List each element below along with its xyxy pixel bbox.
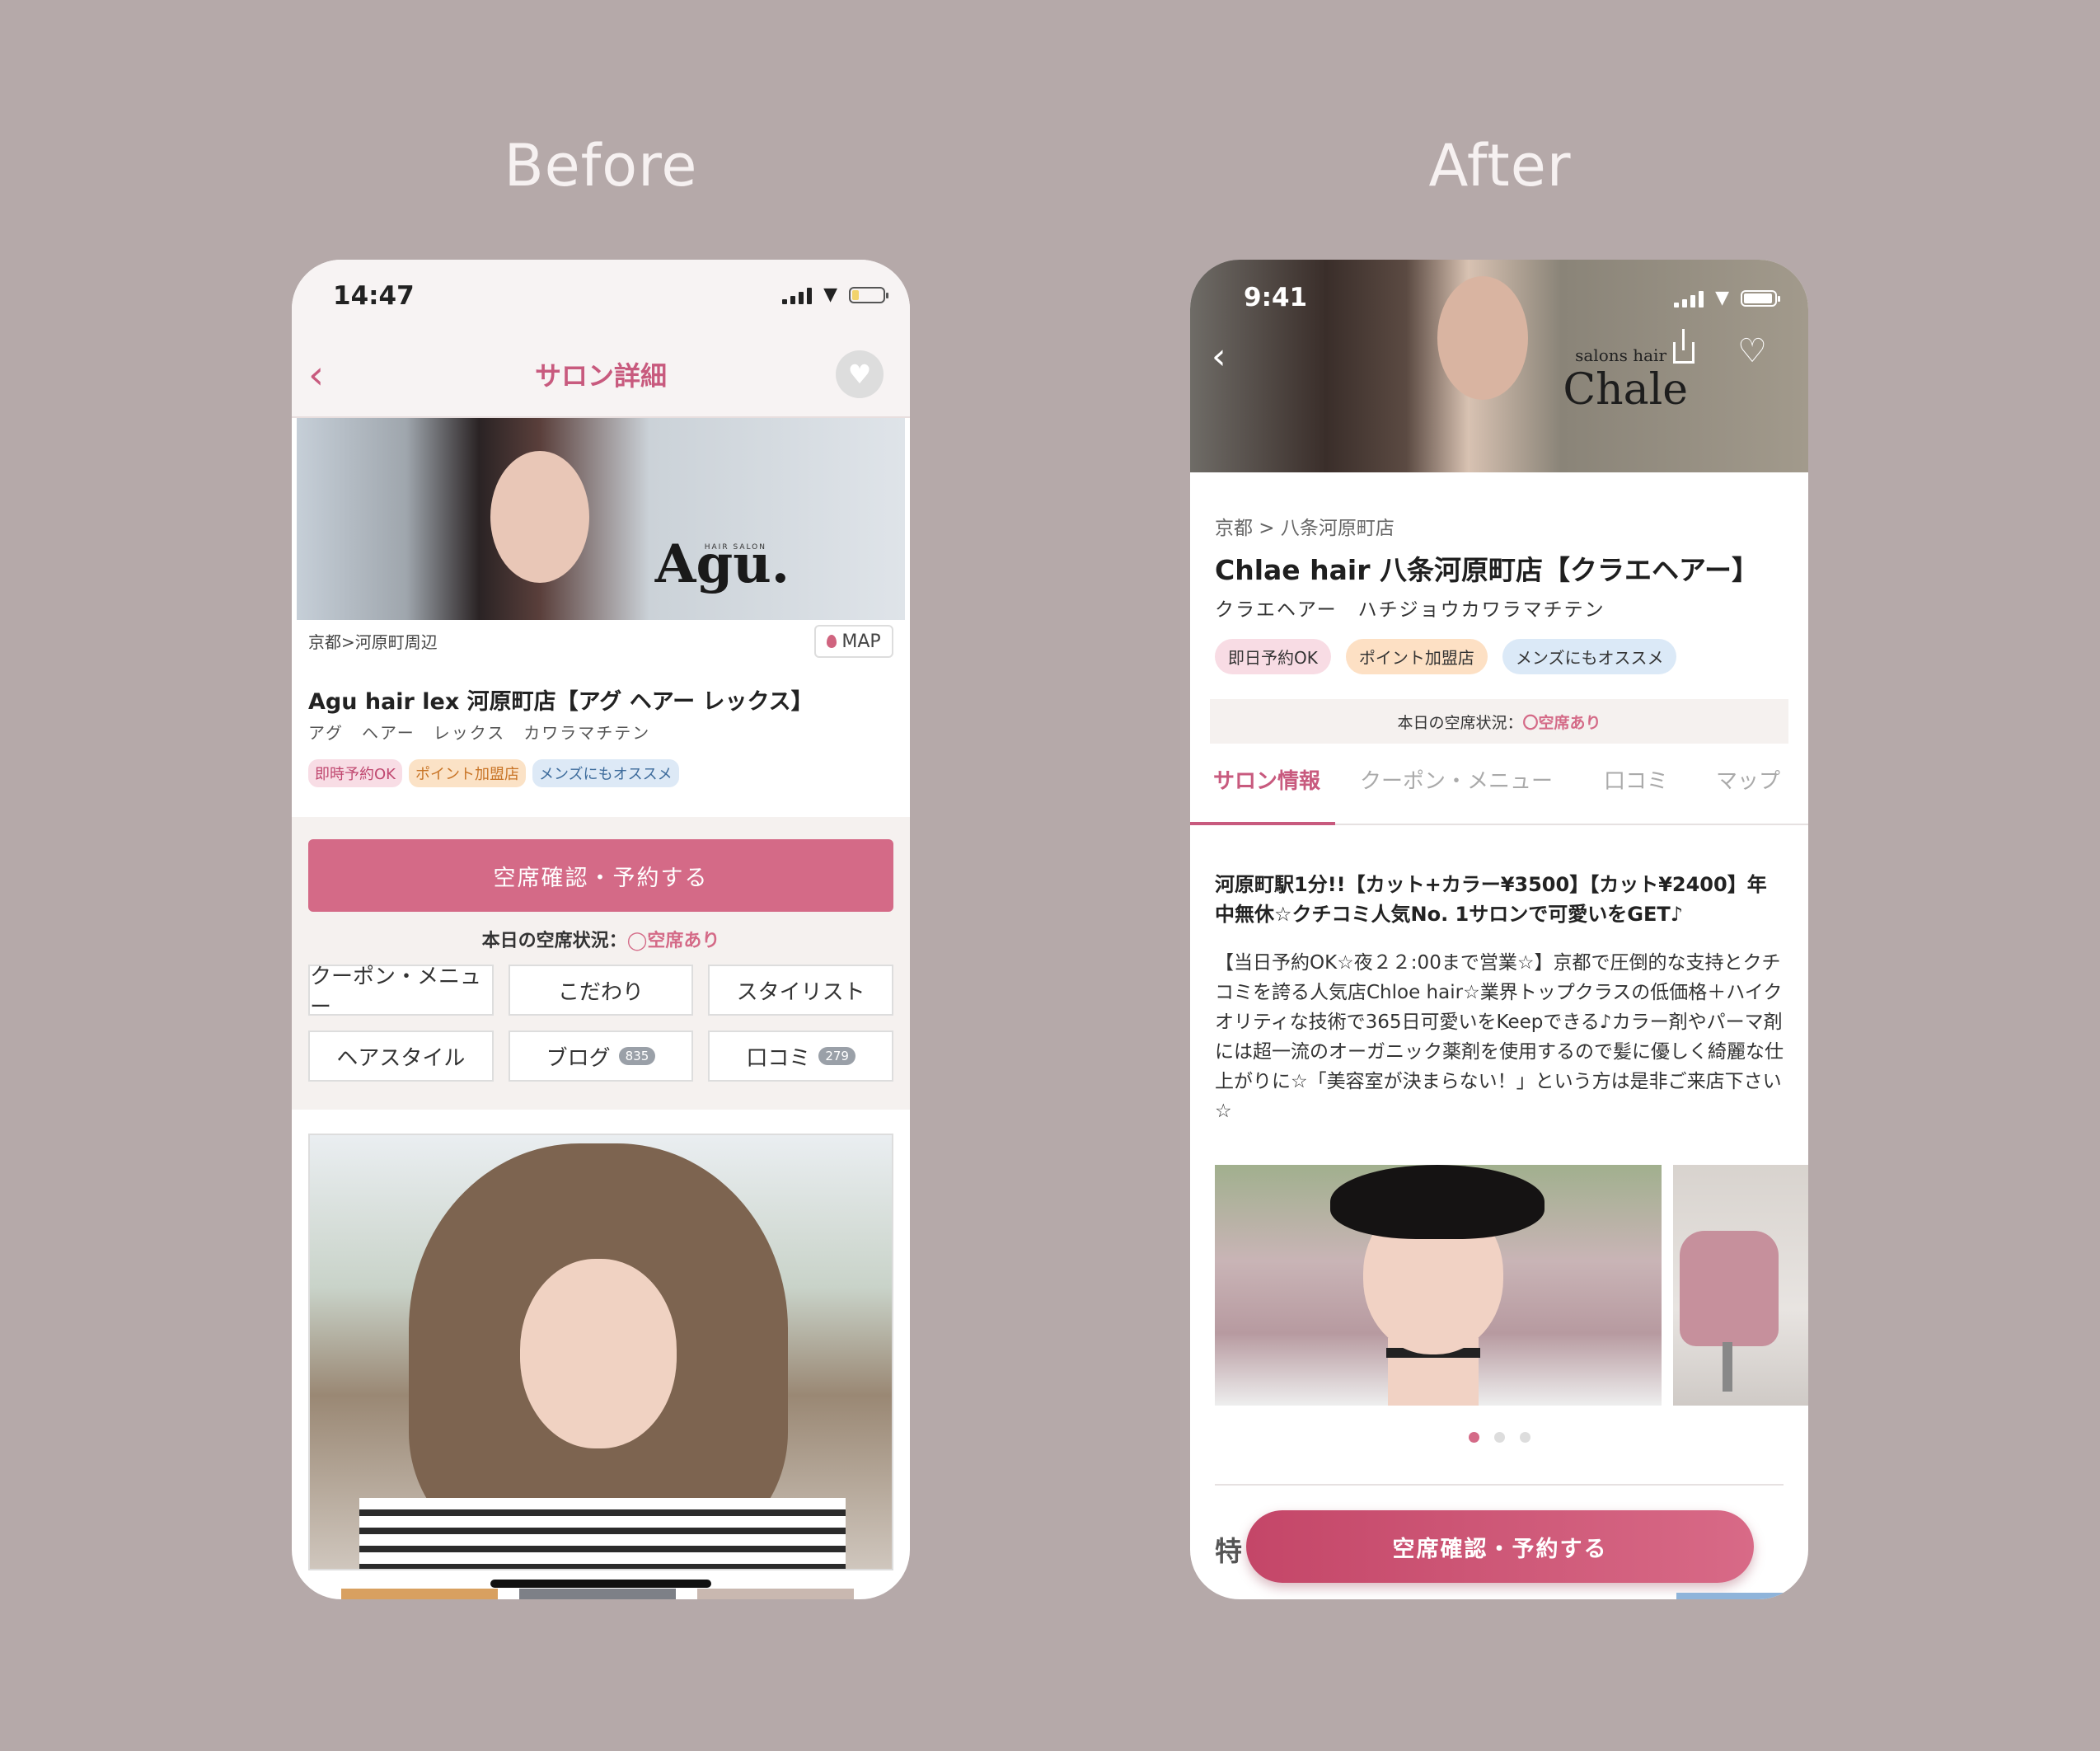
carousel-dot[interactable] [1493, 1432, 1505, 1443]
tag-same-day-booking: 即日予約OK [1215, 639, 1331, 674]
salon-headline: 河原町駅1分!!【カット+カラー¥3500】【カット¥2400】年中無休☆クチコ… [1215, 873, 1767, 926]
reserve-button[interactable]: 空席確認・予約する [308, 839, 893, 912]
gallery-image[interactable] [1673, 1165, 1808, 1406]
photo-chair [1680, 1231, 1779, 1346]
status-icons: ▼ [782, 284, 888, 305]
map-button-label: MAP [841, 631, 881, 652]
status-time: 9:41 [1244, 283, 1308, 312]
stylist-button[interactable]: スタイリスト [708, 965, 893, 1016]
availability-circle-icon: ◯ [626, 931, 648, 951]
before-phone: 14:47 ▼ ‹ サロン詳細 ♥ HAIR SALON Agu. 京都>河原町… [292, 260, 910, 1599]
tab-reviews[interactable]: 口コミ [1604, 764, 1668, 824]
availability-status: 本日の空席状況： 〇空席あり [1210, 699, 1788, 744]
thumbnail[interactable] [341, 1589, 498, 1599]
coupon-menu-label: クーポン・メニュー [310, 965, 482, 1020]
availability-value: 〇空席あり [1522, 713, 1601, 732]
availability-status: 本日の空席状況：◯空席あり [292, 926, 910, 952]
battery-icon [1741, 289, 1780, 307]
availability-label: 本日の空席状況： [481, 931, 627, 951]
salon-name: Agu hair lex 河原町店【アグ ヘアー レックス】 [308, 689, 813, 715]
status-icons: ▼ [1674, 288, 1780, 308]
blog-label: ブログ [546, 1045, 611, 1071]
tag-list: 即時予約OK ポイント加盟店 メンズにもオススメ [308, 759, 679, 787]
blog-count-badge: 835 [618, 1047, 656, 1065]
tab-label: クーポン・メニュー [1360, 769, 1554, 794]
photo-chair-base [1723, 1342, 1732, 1392]
review-count-badge: 279 [818, 1047, 855, 1065]
wifi-icon: ▼ [1715, 288, 1729, 308]
tag-mens: メンズにもオススメ [532, 759, 679, 787]
brand-subtitle: salons hair [1575, 345, 1666, 365]
page-title: サロン詳細 [534, 360, 667, 392]
back-chevron-icon[interactable]: ‹ [1212, 336, 1226, 378]
salon-kana: クラエヘアー ハチジョウカワラマチテン [1215, 599, 1605, 621]
status-time: 14:47 [333, 281, 415, 311]
hero-model [490, 451, 589, 583]
gallery-image[interactable] [1215, 1165, 1662, 1406]
hero-model [1437, 276, 1528, 400]
breadcrumb[interactable]: 京都>河原町周辺 [308, 629, 438, 653]
tag-points: ポイント加盟店 [1345, 639, 1488, 674]
wifi-icon: ▼ [823, 284, 837, 305]
tab-label: 口コミ [1604, 769, 1669, 794]
tag-instant-booking: 即時予約OK [308, 759, 402, 787]
salon-name: Chlae hair 八条河原町店【クラエヘアー】 [1215, 554, 1760, 586]
thumbnail[interactable] [697, 1589, 854, 1599]
map-pin-icon [827, 635, 837, 648]
salon-menu-grid: クーポン・メニュー こだわり スタイリスト ヘアスタイル ブログ 835 口コミ 2… [308, 965, 893, 1082]
carousel-dot-active[interactable] [1468, 1432, 1479, 1443]
battery-icon [849, 286, 888, 303]
reserve-button[interactable]: 空席確認・予約する [1246, 1510, 1754, 1583]
after-label: After [1428, 132, 1572, 200]
hairstyle-label: ヘアスタイル [336, 1045, 466, 1071]
photo-hair [1330, 1165, 1545, 1239]
tab-map[interactable]: マップ [1716, 764, 1780, 824]
before-label: Before [504, 132, 698, 200]
tab-label: サロン情報 [1213, 769, 1321, 794]
favorite-heart-icon[interactable]: ♡ [1737, 332, 1767, 370]
photo-shirt [359, 1498, 846, 1569]
review-button[interactable]: 口コミ 279 [708, 1030, 893, 1082]
tab-salon-info[interactable]: サロン情報 [1190, 764, 1336, 825]
tag-points: ポイント加盟店 [408, 759, 526, 787]
tag-mens: メンズにもオススメ [1502, 639, 1677, 674]
favorite-heart-icon[interactable]: ♥ [836, 350, 884, 398]
photo-face [520, 1259, 677, 1448]
coupon-menu-button[interactable]: クーポン・メニュー [308, 965, 494, 1020]
salon-description: 【当日予約OK☆夜２２:00まで営業☆】京都で圧倒的な支持とクチコミを誇る人気店… [1215, 952, 1784, 1122]
signal-icon [1674, 289, 1704, 307]
signal-icon [782, 286, 813, 304]
tag-list: 即日予約OK ポイント加盟店 メンズにもオススメ [1215, 639, 1677, 674]
breadcrumb[interactable]: 京都 > 八条河原町店 [1215, 512, 1395, 540]
thumbnail[interactable] [519, 1589, 676, 1599]
salon-hero-image: HAIR SALON Agu. [297, 418, 905, 620]
feature-heading: 特 [1215, 1535, 1242, 1567]
stylist-label: スタイリスト [736, 979, 865, 1005]
carousel-dots [1190, 1432, 1808, 1443]
kodawari-button[interactable]: こだわり [508, 965, 694, 1016]
map-button[interactable]: MAP [814, 625, 893, 658]
hairstyle-button[interactable]: ヘアスタイル [308, 1030, 494, 1082]
kodawari-label: こだわり [557, 979, 644, 1005]
tab-bar: サロン情報 クーポン・メニュー 口コミ マップ [1190, 764, 1808, 825]
review-label: 口コミ [746, 1045, 811, 1071]
section-divider [1215, 1484, 1784, 1486]
tab-label: マップ [1716, 769, 1781, 794]
availability-value: 空席あり [647, 931, 720, 951]
after-phone: 9:41 ▼ ‹ salons hair Chale ♡ 京都 > 八条河原町店… [1190, 260, 1808, 1599]
tab-coupon-menu[interactable]: クーポン・メニュー [1360, 764, 1553, 824]
next-content-peek [1676, 1593, 1808, 1599]
thumbnail-strip [341, 1589, 854, 1599]
salon-logo: Agu. [654, 533, 790, 595]
hairstyle-photo[interactable] [308, 1134, 893, 1570]
brand-logo: Chale [1563, 365, 1688, 415]
carousel-dot[interactable] [1519, 1432, 1530, 1443]
nav-bar: ‹ サロン詳細 ♥ [292, 334, 910, 418]
availability-label: 本日の空席状況： [1397, 713, 1523, 732]
status-bar: 14:47 ▼ [292, 260, 910, 334]
salon-kana: アグ ヘアー レックス カワラマチテン [308, 723, 651, 743]
home-indicator [490, 1580, 711, 1588]
share-icon[interactable] [1673, 329, 1695, 364]
blog-button[interactable]: ブログ 835 [508, 1030, 694, 1082]
